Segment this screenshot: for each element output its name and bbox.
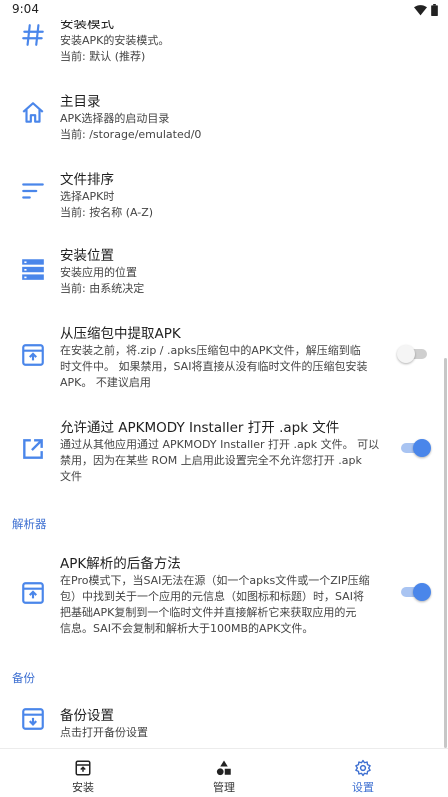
nav-install[interactable]: 安装 — [33, 749, 133, 797]
shapes-icon — [216, 760, 231, 776]
pref-summary: 在安装之前，将.zip / .apks压缩包中的APK文件，解压缩到临 — [60, 344, 361, 357]
pref-summary: 当前: 由系统决定 — [60, 282, 145, 295]
hash-icon — [22, 24, 44, 46]
bottom-nav: 安装 管理 设置 — [0, 748, 448, 797]
pref-allow-open-apk[interactable]: 允许通过 APKMODY Installer 打开 .apk 文件 通过从其他应… — [0, 408, 448, 498]
pref-summary: 在Pro模式下，当SAI无法在源（如一个apks文件或一个ZIP压缩 — [60, 574, 370, 587]
pref-summary: 当前: 按名称 (A-Z) — [60, 206, 154, 219]
status-icons — [414, 4, 438, 16]
pref-summary: 安装应用的位置 — [60, 266, 137, 279]
section-header-backup: 备份 — [12, 671, 35, 685]
pref-file-sort[interactable]: 文件排序 选择APK时 当前: 按名称 (A-Z) — [0, 158, 448, 228]
pref-summary: 当前: 默认 (推荐) — [60, 50, 146, 63]
section-header-parser: 解析器 — [12, 517, 47, 531]
archive-upload-icon — [22, 344, 44, 366]
pref-title: 允许通过 APKMODY Installer 打开 .apk 文件 — [60, 420, 340, 436]
pref-summary: 时文件中。 如果禁用，SAI将直接从没有临时文件的压缩包安装 — [60, 360, 368, 373]
nav-manage[interactable]: 管理 — [174, 749, 274, 797]
pref-summary: 点击打开备份设置 — [60, 726, 148, 739]
pref-title: 备份设置 — [60, 708, 114, 724]
status-bar: 9:04 — [0, 0, 448, 20]
pref-title: APK解析的后备方法 — [60, 556, 181, 572]
allow-open-apk-switch[interactable] — [397, 438, 431, 458]
pref-summary: 通过从其他应用通过 APKMODY Installer 打开 .apk 文件。 … — [60, 438, 380, 451]
pref-summary: 包）中找到关于一个应用的元信息（如图标和标题）时，SAI将 — [60, 590, 364, 603]
wifi-icon — [414, 4, 427, 15]
pref-home-dir[interactable]: 主目录 APK选择器的启动目录 当前: /storage/emulated/0 — [0, 80, 448, 150]
extract-apk-switch[interactable] — [397, 344, 431, 364]
switch-thumb — [413, 583, 431, 601]
pref-summary: 文件 — [60, 470, 82, 483]
nav-settings[interactable]: 设置 — [313, 749, 413, 797]
pref-title: 文件排序 — [60, 172, 114, 188]
install-icon — [75, 760, 91, 776]
pref-install-location[interactable]: 安装位置 安装应用的位置 当前: 由系统决定 — [0, 236, 448, 306]
pref-parse-fallback[interactable]: APK解析的后备方法 在Pro模式下，当SAI无法在源（如一个apks文件或一个… — [0, 544, 448, 644]
pref-title: 安装位置 — [60, 248, 114, 264]
switch-thumb — [397, 345, 415, 363]
switch-thumb — [413, 439, 431, 457]
pref-summary: 信息。SAI不会复制和解析大于100MB的APK文件。 — [60, 622, 314, 635]
pref-backup-settings[interactable]: 备份设置 点击打开备份设置 — [0, 698, 448, 748]
gear-icon — [355, 759, 371, 777]
pref-extract-apk[interactable]: 从压缩包中提取APK 在安装之前，将.zip / .apks压缩包中的APK文件… — [0, 314, 448, 400]
settings-list: 安装模式 安装APK的安装模式。 当前: 默认 (推荐) 主目录 APK选择器的… — [0, 0, 448, 748]
nav-label: 设置 — [352, 781, 374, 794]
scrollbar[interactable] — [444, 358, 447, 748]
sort-icon — [22, 183, 44, 199]
home-icon — [22, 102, 44, 123]
pref-summary: APK。 不建议启用 — [60, 376, 151, 389]
storage-icon — [22, 259, 44, 280]
pref-summary: 当前: /storage/emulated/0 — [60, 128, 202, 141]
status-time: 9:04 — [12, 2, 39, 16]
pref-summary: APK选择器的启动目录 — [60, 112, 170, 125]
pref-summary: 把基础APK复制到一个临时文件并直接解析它来获取应用的元 — [60, 606, 357, 619]
pref-summary: 安装APK的安装模式。 — [60, 34, 170, 47]
pref-title: 主目录 — [60, 94, 101, 110]
open-external-icon — [23, 439, 43, 459]
archive-download-icon — [22, 708, 44, 730]
battery-icon — [431, 4, 438, 16]
archive-upload-icon — [22, 582, 44, 604]
pref-summary: 选择APK时 — [60, 190, 115, 203]
parse-fallback-switch[interactable] — [397, 582, 431, 602]
pref-title: 从压缩包中提取APK — [60, 326, 181, 342]
nav-label: 安装 — [72, 781, 94, 794]
nav-label: 管理 — [213, 781, 235, 794]
pref-summary: 禁用，因为在某些 ROM 上启用此设置完全不允许您打开 .apk — [60, 454, 362, 467]
